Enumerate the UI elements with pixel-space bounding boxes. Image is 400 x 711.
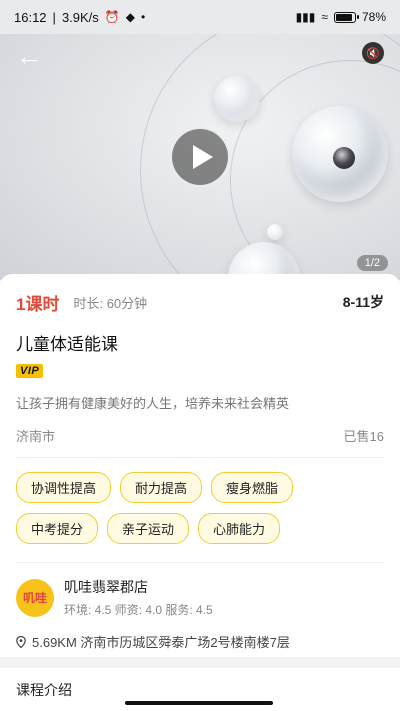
home-indicator[interactable] bbox=[125, 701, 273, 705]
section-title: 课程介绍 bbox=[16, 682, 72, 698]
tag-list: 协调性提高 耐力提高 瘦身燃脂 中考提分 亲子运动 心肺能力 bbox=[16, 458, 384, 563]
vip-badge: VIP bbox=[16, 364, 44, 378]
app-notify-icon: ◆ bbox=[125, 10, 135, 24]
store-rating: 环境: 4.5 师资: 4.0 服务: 4.5 bbox=[64, 603, 213, 617]
network-speed: 3.9K/s bbox=[61, 9, 99, 25]
back-arrow-icon[interactable]: ← bbox=[16, 42, 44, 70]
store-address: 5.69KM 济南市历城区舜泰广场2号楼南楼7层 bbox=[32, 635, 290, 650]
status-time: 16:12 bbox=[14, 9, 47, 25]
water-drop-core bbox=[333, 147, 355, 169]
store-info[interactable]: 叽哇 叽哇翡翠郡店 环境: 4.5 师资: 4.0 服务: 4.5 bbox=[16, 563, 384, 618]
location-pin-icon bbox=[16, 635, 26, 648]
mute-icon[interactable]: 🔇 bbox=[362, 42, 384, 64]
store-logo: 叽哇 bbox=[16, 578, 54, 617]
tag-chip[interactable]: 耐力提高 bbox=[120, 472, 203, 503]
course-duration: 时长: 60分钟 bbox=[73, 295, 148, 311]
water-drop bbox=[267, 224, 283, 240]
course-description: 让孩子拥有健康美好的人生，培养未来社会精英 bbox=[16, 396, 290, 411]
wifi-icon: ≈ bbox=[321, 10, 328, 24]
more-dot-icon: • bbox=[140, 10, 146, 24]
alarm-icon: ⏰ bbox=[104, 10, 120, 24]
status-bar: 16:12 | 3.9K/s ⏰ ◆ • ▮▮▮ ≈ 78% bbox=[0, 0, 400, 34]
battery-level: 78% bbox=[361, 10, 386, 24]
tag-chip[interactable]: 心肺能力 bbox=[198, 513, 281, 544]
course-media[interactable]: ← 🔇 1/2 bbox=[0, 0, 400, 280]
course-card: 1课时 时长: 60分钟 8-11岁 儿童体适能课 VIP 让孩子拥有健康美好的… bbox=[0, 274, 400, 657]
play-button[interactable] bbox=[170, 127, 230, 187]
sold-count: 已售16 bbox=[343, 429, 384, 444]
course-city: 济南市 bbox=[16, 429, 56, 444]
store-address-row[interactable]: 5.69KM 济南市历城区舜泰广场2号楼南楼7层 bbox=[16, 632, 384, 651]
water-drop bbox=[214, 76, 260, 122]
tag-chip[interactable]: 瘦身燃脂 bbox=[211, 472, 294, 503]
lesson-count: 1课时 bbox=[16, 294, 60, 314]
course-title: 儿童体适能课 bbox=[16, 335, 118, 354]
tag-chip[interactable]: 亲子运动 bbox=[107, 513, 190, 544]
tag-chip[interactable]: 协调性提高 bbox=[16, 472, 112, 503]
play-icon bbox=[192, 145, 213, 169]
age-range: 8-11岁 bbox=[342, 294, 384, 310]
battery-icon bbox=[333, 11, 359, 23]
tag-chip[interactable]: 中考提分 bbox=[16, 513, 99, 544]
media-page-indicator: 1/2 bbox=[356, 255, 388, 271]
signal-icon: ▮▮▮ bbox=[295, 10, 316, 24]
store-name: 叽哇翡翠郡店 bbox=[64, 579, 148, 595]
